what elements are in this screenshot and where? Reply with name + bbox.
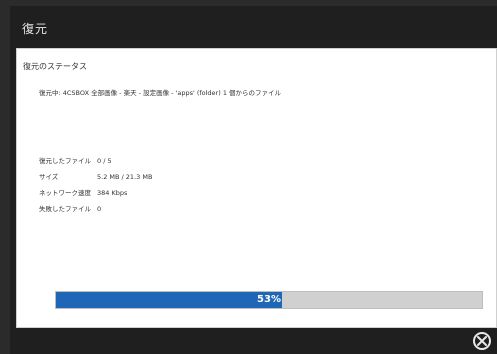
close-icon [477, 336, 487, 346]
content-panel: 復元のステータス 復元中: 4CSBOX 全部画像 - 楽天 - 設定画像 - … [16, 48, 497, 328]
info-value: 384 Kbps [97, 189, 128, 197]
info-value: 5.2 MB / 21.3 MB [97, 173, 153, 181]
footer-bar [10, 328, 497, 354]
close-button[interactable] [473, 332, 491, 350]
restore-window: 復元 復元のステータス 復元中: 4CSBOX 全部画像 - 楽天 - 設定画像… [10, 6, 497, 354]
info-label: ネットワーク速度 [39, 189, 91, 197]
info-label: 失敗したファイル [39, 205, 91, 213]
info-value: 0 [97, 205, 102, 213]
info-value: 0 / 5 [97, 157, 112, 165]
title-bar: 復元 [10, 6, 497, 48]
window-title: 復元 [22, 22, 49, 36]
progress-percent: 53% [257, 294, 281, 305]
info-label: サイズ [39, 173, 59, 181]
progress-bar: 53% [55, 291, 483, 309]
section-title: 復元のステータス [23, 62, 87, 71]
info-label: 復元したファイル [39, 157, 91, 165]
restore-description: 復元中: 4CSBOX 全部画像 - 楽天 - 設定画像 - 'apps' (f… [39, 89, 282, 97]
